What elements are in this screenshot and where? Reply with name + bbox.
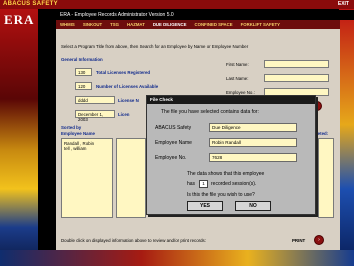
list-item[interactable]: tell , william (64, 146, 110, 151)
license-date-label: Licen (118, 112, 130, 117)
license-number-field: dddd (75, 96, 115, 104)
employee-list[interactable]: Randall , Robin tell , william (61, 138, 113, 218)
first-name-input[interactable] (264, 60, 329, 68)
window-title: ERA - Employee Records Administrator Ver… (60, 12, 174, 18)
nav-item-due-diligence[interactable]: DUE DILIGENCE (149, 20, 191, 29)
licenses-registered-value: 130 (75, 68, 92, 76)
nav-item-sinkout[interactable]: SINKOUT (79, 20, 106, 29)
bottom-instruction: Double click on displayed information ab… (61, 238, 206, 243)
confirm-question: Is this the file you wish to use? (187, 192, 255, 198)
licenses-available-value: 120 (75, 82, 92, 90)
employee-details-list[interactable] (116, 138, 146, 218)
employee-no-label: Employee No. (155, 155, 187, 161)
employee-name-label: Employee Name (61, 131, 95, 136)
program-nav: WHMIS SINKOUT TSG HAZMAT DUE DILIGENCE C… (56, 20, 340, 29)
nav-item-forklift-safety[interactable]: FORKLIFT SAFETY (237, 20, 284, 29)
nav-item-tsg[interactable]: TSG (106, 20, 123, 29)
abacus-safety-label: ABACUS Safety (155, 125, 192, 131)
dialog-title: File Check (147, 96, 315, 104)
employee-name-label: Employee Name (155, 140, 192, 146)
data-shows-text: The data shows that this employee (187, 171, 265, 177)
license-number-label: License N (118, 98, 139, 103)
nav-item-confined-space[interactable]: CONFINED SPACE (191, 20, 237, 29)
sorted-by-label: Sorted by (61, 125, 82, 130)
print-label: PRINT (292, 238, 306, 243)
nav-item-hazmat[interactable]: HAZMAT (123, 20, 149, 29)
dialog-intro: The file you have selected contains data… (161, 109, 259, 115)
top-bar: ABACUS SAFETY EXIT (0, 0, 354, 9)
sessions-count: 1 (199, 180, 208, 188)
decorative-background-right (339, 9, 354, 266)
last-name-label: Last Name: (226, 76, 249, 81)
decorative-background-bottom (0, 250, 354, 266)
era-logo: ERA (4, 12, 35, 27)
completed-list[interactable] (318, 138, 334, 218)
general-info-heading: General Information (61, 57, 103, 62)
sessions-text: recorded session(s). (211, 181, 257, 187)
has-text: has (187, 181, 196, 187)
abacus-safety-field: Due Diligence (209, 123, 297, 132)
last-name-input[interactable] (264, 74, 329, 82)
employee-no-field: 7628 (209, 153, 297, 162)
file-check-dialog: File Check The file you have selected co… (146, 95, 316, 215)
nav-item-whmis[interactable]: WHMIS (56, 20, 79, 29)
exit-button[interactable]: EXIT (338, 1, 349, 7)
employee-name-field: Robin Randall (209, 138, 297, 147)
decorative-background-left (0, 9, 38, 266)
arrow-right-icon: › (316, 103, 318, 109)
window-title-bar: ERA - Employee Records Administrator Ver… (56, 10, 354, 20)
license-date-field: December 1, 2003 (75, 110, 115, 122)
yes-button[interactable]: YES (187, 201, 223, 211)
brand-label: ABACUS SAFETY (3, 1, 58, 7)
arrow-right-icon: › (318, 237, 320, 243)
first-name-label: First Name: (226, 62, 249, 67)
print-button[interactable]: › (314, 235, 324, 245)
instructions-text: Select a Program Title from above, then … (61, 44, 249, 49)
no-button[interactable]: NO (235, 201, 271, 211)
licenses-registered-label: Total Licenses Registered (96, 70, 151, 75)
licenses-available-label: Number of Licenses Available (96, 84, 159, 89)
